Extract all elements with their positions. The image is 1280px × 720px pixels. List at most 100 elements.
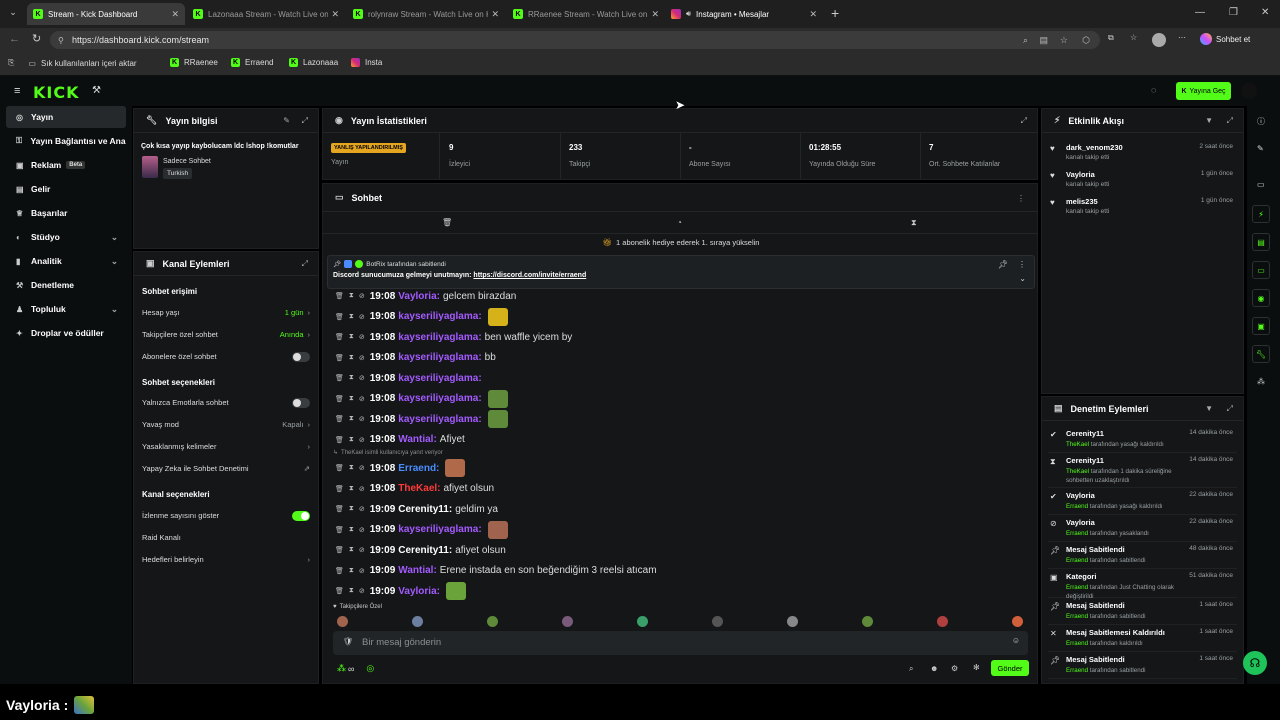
user-avatar[interactable] bbox=[1241, 83, 1257, 99]
delete-message-icon[interactable]: 🗑︎ bbox=[335, 546, 344, 554]
ban-icon[interactable]: ⊘ bbox=[359, 313, 365, 321]
popout-icon[interactable]: ⤢ bbox=[1021, 116, 1027, 126]
info-icon[interactable]: ⓘ bbox=[1257, 116, 1265, 127]
rail-wrench-icon[interactable]: 🔧︎ bbox=[1252, 345, 1270, 363]
favorite-star-icon[interactable]: ☆ bbox=[1060, 35, 1068, 46]
timeout-icon[interactable]: ⧗ bbox=[349, 526, 354, 534]
edit-layout-icon[interactable]: ✎ bbox=[1257, 144, 1264, 153]
message-username[interactable]: Wantial: bbox=[398, 565, 437, 576]
settings-gear-icon[interactable]: ⚙ bbox=[951, 664, 958, 673]
bookmark-rraenee[interactable]: K RRaenee bbox=[170, 58, 218, 67]
ban-icon[interactable]: ⊘ bbox=[359, 505, 365, 513]
chatter-avatar[interactable] bbox=[412, 616, 423, 627]
filter-icon[interactable]: ▼ bbox=[1205, 116, 1213, 125]
discord-link[interactable]: https://discord.com/invite/erraend bbox=[473, 272, 586, 279]
minimize-icon[interactable]: — bbox=[1195, 7, 1205, 18]
delete-message-icon[interactable]: 🗑︎ bbox=[335, 464, 344, 472]
sidebar-item-yayin[interactable]: ◎ Yayın bbox=[6, 106, 126, 128]
chat-message[interactable]: 🗑︎ ⧗ ⊘ 19:09 kayseriliyaglama: bbox=[335, 520, 508, 540]
more-options-icon[interactable]: ⋮ bbox=[1018, 260, 1026, 269]
add-widget-icon[interactable]: ⁂ bbox=[1257, 377, 1265, 386]
delete-message-icon[interactable]: 🗑︎ bbox=[335, 292, 344, 300]
rail-channel-icon[interactable]: ▣ bbox=[1252, 317, 1270, 335]
rail-list-icon[interactable]: ▤ bbox=[1252, 233, 1270, 251]
timeout-icon[interactable]: ⧗ bbox=[349, 485, 354, 493]
popout-icon[interactable]: ⤢ bbox=[1227, 404, 1233, 414]
url-field[interactable]: ⚲ https://dashboard.kick.com/stream ⌕ ▤ … bbox=[50, 31, 1100, 49]
delete-message-icon[interactable]: 🗑︎ bbox=[335, 333, 344, 341]
delete-message-icon[interactable]: 🗑︎ bbox=[335, 313, 344, 321]
goals-row[interactable]: Hedefleri belirleyin › bbox=[142, 555, 310, 564]
moderation-item[interactable]: 📌︎ Mesaj Sabitlendi Erraend tarafından sab… bbox=[1048, 599, 1237, 625]
message-username[interactable]: kayseriliyaglama: bbox=[398, 311, 481, 322]
gift-leaderboard-banner[interactable]: 🎁︎ 1 abonelik hediye ederek 1. sıraya yük… bbox=[323, 235, 1037, 249]
chat-message[interactable]: 🗑︎ ⧗ ⊘ 19:08 Vayloria: gelcem birazdan bbox=[335, 286, 516, 306]
send-button[interactable]: Gönder bbox=[991, 660, 1029, 676]
collections-icon[interactable]: ⧉ bbox=[1108, 33, 1114, 43]
message-username[interactable]: Erraend: bbox=[398, 463, 439, 474]
chatter-avatar[interactable] bbox=[862, 616, 873, 627]
message-username[interactable]: Cerenity11: bbox=[398, 545, 452, 556]
timeout-icon[interactable]: ⧗ bbox=[349, 292, 354, 300]
maximize-icon[interactable]: ❐ bbox=[1229, 7, 1238, 18]
delete-message-icon[interactable]: 🗑︎ bbox=[335, 415, 344, 423]
slow-mode-row[interactable]: Yavaş mod Kapalı › bbox=[142, 420, 310, 429]
go-live-button[interactable]: K Yayına Geç bbox=[1176, 82, 1231, 100]
points-indicator[interactable]: ⁂ ∞ ◎ bbox=[337, 663, 374, 674]
emote-only-toggle[interactable] bbox=[292, 397, 310, 408]
account-age-row[interactable]: Hesap yaşı 1 gün › bbox=[142, 308, 310, 317]
chat-message[interactable]: 🗑︎ ⧗ ⊘ 19:08 Erraend: bbox=[335, 458, 466, 478]
chatter-avatar[interactable] bbox=[337, 616, 348, 627]
timeout-icon[interactable]: ⧗ bbox=[349, 546, 354, 554]
tab-instagram[interactable]: 🔊︎ Instagram • Mesajlar ✕ bbox=[665, 3, 823, 25]
message-username[interactable]: kayseriliyaglama: bbox=[398, 373, 481, 384]
ban-icon[interactable]: ⊘ bbox=[359, 395, 365, 403]
chat-message[interactable]: 🗑︎ ⧗ ⊘ 19:08 kayseriliyaglama: bbox=[335, 307, 508, 327]
chat-message[interactable]: 🗑︎ ⧗ ⊘ 19:09 Wantial: Erene instada en son be… bbox=[335, 561, 657, 581]
ban-icon[interactable]: ⊘ bbox=[359, 374, 365, 382]
speaker-icon[interactable]: 🔊︎ bbox=[686, 9, 691, 19]
profile-avatar[interactable] bbox=[1152, 33, 1166, 47]
timeout-icon[interactable]: ⧗ bbox=[349, 313, 354, 321]
chatter-avatar[interactable] bbox=[487, 616, 498, 627]
chat-message[interactable]: 🗑︎ ⧗ ⊘ 19:08 kayseriliyaglama: bbox=[335, 389, 508, 409]
tab-close-icon[interactable]: ✕ bbox=[491, 9, 499, 20]
timeout-icon[interactable]: ⧗ bbox=[349, 395, 354, 403]
followers-only-row[interactable]: Takipçilere özel sohbet Anında › bbox=[142, 330, 310, 339]
layout-icon[interactable]: ▭ bbox=[1257, 180, 1265, 189]
filter-icon[interactable]: ▼ bbox=[1205, 404, 1213, 413]
sidebar-item-stream-key[interactable]: ⚿Yayın Bağlantısı ve Anahtarı bbox=[6, 130, 126, 152]
tools-icon[interactable]: ⚒ bbox=[92, 85, 101, 96]
popout-icon[interactable]: ⤢ bbox=[302, 116, 308, 126]
ai-moderation-row[interactable]: Yapay Zeka ile Sohbet Denetimi ⇗ bbox=[142, 464, 310, 473]
rail-bolt-icon[interactable]: ⚡︎ bbox=[1252, 205, 1270, 223]
rail-chat-icon[interactable]: ▭ bbox=[1252, 261, 1270, 279]
moderation-item[interactable]: ⊘ Vayloria Erraend tarafından yasaklandı 22… bbox=[1048, 516, 1237, 542]
bot-gear-icon[interactable]: ✻ bbox=[973, 663, 980, 672]
site-info-icon[interactable]: ⚲ bbox=[58, 36, 64, 45]
message-username[interactable]: Wantial: bbox=[398, 434, 437, 445]
timeout-icon[interactable]: ⧗ bbox=[349, 464, 354, 472]
banned-words-row[interactable]: Yasaklanmış kelimeler › bbox=[142, 442, 310, 451]
moderation-item[interactable]: ✔ Cerenity11 TheKael tarafından yasağı kal… bbox=[1048, 427, 1237, 453]
sidebar-item-reklam[interactable]: ▣ Reklam Beta bbox=[6, 154, 126, 176]
delete-message-icon[interactable]: 🗑︎ bbox=[335, 354, 344, 362]
tab-close-icon[interactable]: ✕ bbox=[651, 9, 659, 20]
ban-icon[interactable]: ⊘ bbox=[359, 587, 365, 595]
chat-message[interactable]: 🗑︎ ⧗ ⊘ 19:08 TheKael: afiyet olsun bbox=[335, 479, 494, 499]
message-username[interactable]: kayseriliyaglama: bbox=[398, 393, 481, 404]
ban-icon[interactable]: ⊘ bbox=[359, 485, 365, 493]
bookmark-import[interactable]: ⎘ ▭ Sık kullanılanları içeri aktar bbox=[8, 58, 137, 68]
ban-icon[interactable]: ⊘ bbox=[359, 415, 365, 423]
search-icon[interactable]: ⌕ bbox=[909, 664, 913, 674]
chatter-avatar[interactable] bbox=[712, 616, 723, 627]
message-username[interactable]: Vayloria: bbox=[398, 586, 440, 597]
bookmark-insta[interactable]: Insta bbox=[351, 58, 382, 67]
chat-message[interactable]: 🗑︎ ⧗ ⊘ 19:08 kayseriliyaglama: bbox=[335, 368, 485, 388]
sidebar-item-basarilar[interactable]: ♕ Başarılar bbox=[6, 202, 126, 224]
moderation-item[interactable]: ✔ Vayloria Erraend tarafından yasağı kaldı… bbox=[1048, 489, 1237, 515]
message-username[interactable]: kayseriliyaglama: bbox=[398, 352, 481, 363]
ban-icon[interactable]: ⊘ bbox=[359, 567, 365, 575]
more-options-icon[interactable]: ⋮ bbox=[1017, 194, 1025, 203]
chatter-avatar[interactable] bbox=[937, 616, 948, 627]
